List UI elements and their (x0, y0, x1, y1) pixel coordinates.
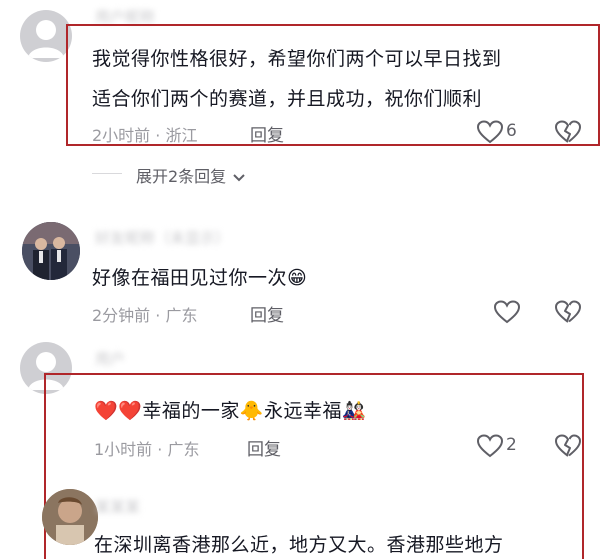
chevron-down-icon (233, 173, 245, 183)
broken-heart-icon[interactable] (555, 300, 581, 324)
comment-text: ❤️❤️幸福的一家🐥永远幸福🎎 (94, 400, 367, 422)
heart-outline-icon[interactable] (494, 300, 520, 324)
default-avatar-icon (28, 20, 64, 58)
expand-replies-button[interactable]: 展开2条回复 (136, 163, 245, 187)
comment-meta: 2分钟前 · 广东 (92, 306, 198, 325)
avatar[interactable] (22, 222, 80, 280)
comment-text-line: 适合你们两个的赛道，并且成功，祝你们顺利 (92, 88, 483, 110)
avatar-photo-icon (22, 222, 80, 280)
avatar-photo-icon (42, 489, 98, 545)
avatar[interactable] (20, 10, 72, 62)
like-count: 6 (506, 121, 517, 141)
comment-text: 在深圳离香港那么近，地方又大。香港那些地方 (94, 534, 504, 556)
comment-username[interactable]: 用户 (95, 348, 125, 369)
reply-button[interactable]: 回复 (247, 435, 281, 460)
divider (92, 173, 122, 174)
heart-outline-icon[interactable] (477, 434, 503, 458)
broken-heart-icon[interactable] (555, 120, 581, 144)
comment-username[interactable]: 好友昵称（未显示） (95, 227, 230, 248)
comment-meta: 2小时前 · 浙江 (92, 126, 198, 145)
heart-outline-icon[interactable] (477, 120, 503, 144)
reply-button[interactable]: 回复 (250, 121, 284, 146)
comment-text: 好像在福田见过你一次😁 (92, 267, 308, 289)
comment-username[interactable]: 某某某 (95, 496, 140, 517)
comment-meta: 1小时前 · 广东 (94, 440, 200, 459)
comment-text-line: 我觉得你性格很好，希望你们两个可以早日找到 (92, 48, 502, 70)
broken-heart-icon[interactable] (555, 434, 581, 458)
like-count: 2 (506, 435, 517, 455)
expand-replies-label: 展开2条回复 (136, 167, 227, 186)
avatar[interactable] (42, 489, 98, 545)
reply-button[interactable]: 回复 (250, 301, 284, 326)
